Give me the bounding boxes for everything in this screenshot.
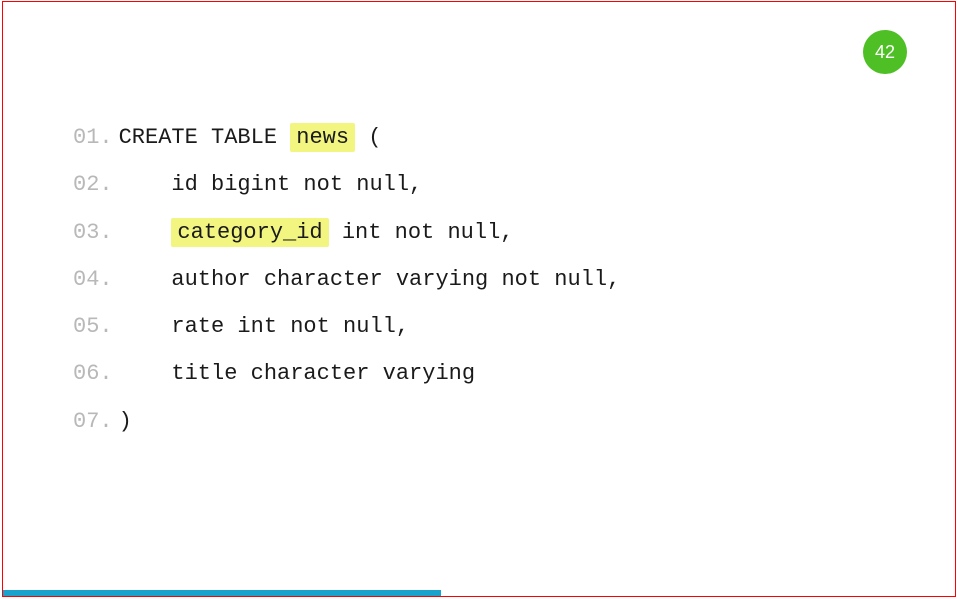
line-number: 07. xyxy=(73,409,113,434)
line-number: 06. xyxy=(73,361,113,386)
code-line: 01.CREATE TABLE news ( xyxy=(73,114,620,161)
progress-bar xyxy=(3,590,441,596)
code-text: int not null, xyxy=(329,220,514,245)
code-text: id bigint not null, xyxy=(171,172,422,197)
line-number: 01. xyxy=(73,125,113,150)
line-number: 05. xyxy=(73,314,113,339)
code-text: title character varying xyxy=(171,361,475,386)
slide-number: 42 xyxy=(875,42,895,63)
code-line: 03. category_id int not null, xyxy=(73,209,620,256)
code-text: CREATE TABLE xyxy=(119,125,291,150)
slide-frame: 42 01.CREATE TABLE news (02. id bigint n… xyxy=(2,1,956,597)
indent xyxy=(119,303,172,350)
indent xyxy=(119,256,172,303)
code-text: ( xyxy=(355,125,381,150)
code-line: 06. title character varying xyxy=(73,350,620,397)
highlighted-token: news xyxy=(290,123,355,152)
indent xyxy=(119,161,172,208)
line-number: 03. xyxy=(73,220,113,245)
code-line: 05. rate int not null, xyxy=(73,303,620,350)
code-text: rate int not null, xyxy=(171,314,409,339)
line-number: 02. xyxy=(73,172,113,197)
code-line: 04. author character varying not null, xyxy=(73,256,620,303)
code-block: 01.CREATE TABLE news (02. id bigint not … xyxy=(73,114,620,445)
slide-number-badge: 42 xyxy=(863,30,907,74)
indent xyxy=(119,350,172,397)
indent xyxy=(119,209,172,256)
code-text: author character varying not null, xyxy=(171,267,620,292)
line-number: 04. xyxy=(73,267,113,292)
code-line: 02. id bigint not null, xyxy=(73,161,620,208)
code-text: ) xyxy=(119,409,132,434)
highlighted-token: category_id xyxy=(171,218,328,247)
code-line: 07.) xyxy=(73,398,620,445)
